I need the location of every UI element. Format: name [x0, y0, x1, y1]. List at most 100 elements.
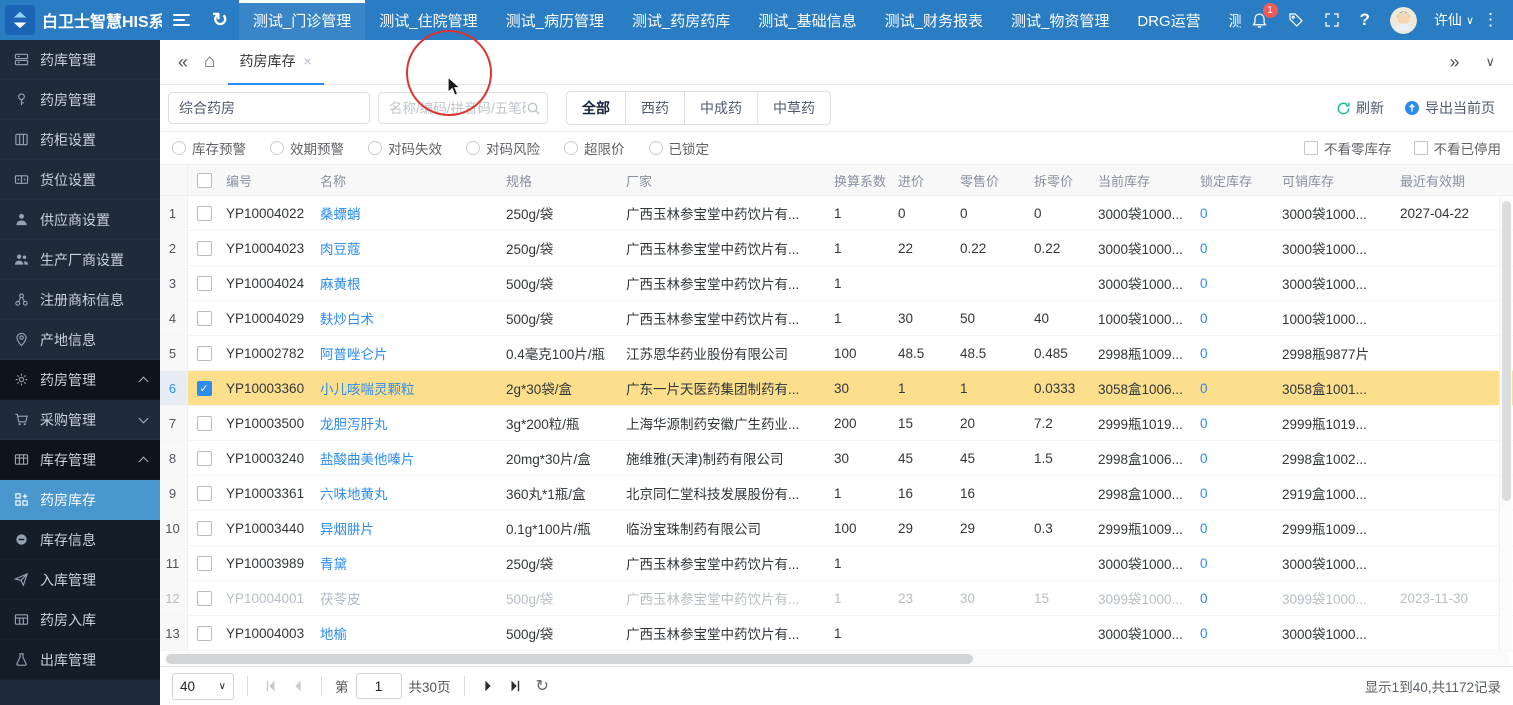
prev-page-icon[interactable] [288, 679, 308, 693]
column-header-锁定库存[interactable]: 锁定库存 [1196, 171, 1278, 190]
top-nav-tab[interactable]: 测试_住院管理 [365, 0, 491, 40]
cell-locked_stock[interactable]: 0 [1196, 626, 1278, 641]
category-button-西药[interactable]: 西药 [625, 91, 685, 125]
sidebar-item-药柜设置[interactable]: 药柜设置 [0, 120, 160, 160]
radio-filter-库存预警[interactable]: 库存预警 [172, 138, 246, 158]
tabs-menu-chevron-icon[interactable]: ∨ [1481, 54, 1499, 70]
username-label[interactable]: 许仙 [1427, 10, 1466, 30]
cell-locked_stock[interactable]: 0 [1196, 556, 1278, 571]
category-button-中草药[interactable]: 中草药 [757, 91, 831, 125]
table-row[interactable]: 12 YP10004001 茯苓皮 500g/袋 广西玉林参宝堂中药饮片有... 1 23 3… [160, 581, 1513, 616]
cell-locked_stock[interactable]: 0 [1196, 241, 1278, 256]
user-menu-chevron-icon[interactable]: ∨ [1466, 14, 1474, 27]
page-refresh-icon[interactable]: ↻ [201, 0, 239, 40]
sidebar-item-入库管理[interactable]: 入库管理 [0, 560, 160, 600]
cell-name[interactable]: 六味地黄丸 [316, 483, 502, 503]
row-checkbox[interactable] [196, 450, 212, 466]
top-nav-tab[interactable]: 测试_财务报表 [871, 0, 997, 40]
cell-name[interactable]: 盐酸曲美他嗪片 [316, 448, 502, 468]
cell-locked_stock[interactable]: 0 [1196, 591, 1278, 606]
row-checkbox[interactable] [196, 590, 212, 606]
radio-filter-超限价[interactable]: 超限价 [564, 138, 625, 158]
horizontal-scrollbar-thumb[interactable] [166, 654, 973, 664]
export-page-button[interactable]: 导出当前页 [1404, 98, 1495, 118]
fullscreen-icon[interactable] [1314, 0, 1350, 40]
column-header-零售价[interactable]: 零售价 [956, 171, 1030, 190]
category-button-全部[interactable]: 全部 [566, 91, 626, 125]
column-header-拆零价[interactable]: 拆零价 [1030, 171, 1094, 190]
top-nav-tab[interactable]: 测试_病历管理 [492, 0, 618, 40]
search-icon[interactable] [526, 101, 541, 116]
sidebar-item-生产厂商设置[interactable]: 生产厂商设置 [0, 240, 160, 280]
cell-locked_stock[interactable]: 0 [1196, 381, 1278, 396]
sidebar-item-采购管理[interactable]: 采购管理 [0, 400, 160, 440]
sidebar-item-注册商标信息[interactable]: 注册商标信息 [0, 280, 160, 320]
radio-filter-对码风险[interactable]: 对码风险 [466, 138, 540, 158]
cell-name[interactable]: 桑螵蛸 [316, 203, 502, 223]
top-nav-tab[interactable]: DRG运营 [1123, 0, 1214, 40]
sidebar-item-药房管理[interactable]: 药房管理 [0, 80, 160, 120]
tab-pharmacy-stock[interactable]: 药房库存 × [227, 40, 324, 85]
checkbox-filter-不看已停用[interactable]: 不看已停用 [1413, 138, 1501, 158]
sidebar-item-库存管理[interactable]: 库存管理 [0, 440, 160, 480]
table-row[interactable]: 5 YP10002782 阿普唑仑片 0.4毫克100片/瓶 江苏恩华药业股份有限公司 1… [160, 336, 1513, 371]
user-avatar[interactable] [1380, 0, 1427, 40]
cell-name[interactable]: 异烟肼片 [316, 518, 502, 538]
top-nav-tab[interactable]: 测试_门诊管理 [238, 0, 366, 40]
table-row[interactable]: 11 YP10003989 青黛 250g/袋 广西玉林参宝堂中药饮片有... 1 3000… [160, 546, 1513, 581]
column-header-当前库存[interactable]: 当前库存 [1094, 171, 1196, 190]
pharmacy-select[interactable]: 综合药房 [168, 92, 370, 124]
sidebar-item-货位设置[interactable]: 货位设置 [0, 160, 160, 200]
help-icon[interactable]: ? [1350, 0, 1380, 40]
table-row[interactable]: 2 YP10004023 肉豆蔻 250g/袋 广西玉林参宝堂中药饮片有... 1 22 0.… [160, 231, 1513, 266]
search-input[interactable] [389, 100, 526, 116]
cell-locked_stock[interactable]: 0 [1196, 206, 1278, 221]
notifications-bell-icon[interactable]: 1 [1241, 0, 1278, 40]
table-row[interactable]: 4 YP10004029 麸炒白术 500g/袋 广西玉林参宝堂中药饮片有... 1 30 5… [160, 301, 1513, 336]
more-menu-icon[interactable]: ⋮ [1474, 10, 1507, 30]
column-header-厂家[interactable]: 厂家 [622, 171, 830, 190]
row-checkbox[interactable] [196, 625, 212, 641]
select-all-checkbox[interactable] [196, 172, 212, 188]
cell-locked_stock[interactable]: 0 [1196, 346, 1278, 361]
row-checkbox[interactable] [196, 415, 212, 431]
tabs-scroll-left-icon[interactable]: « [174, 52, 192, 73]
table-row[interactable]: 10 YP10003440 异烟肼片 0.1g*100片/瓶 临汾宝珠制药有限公司 100… [160, 511, 1513, 546]
cell-name[interactable]: 茯苓皮 [316, 588, 502, 608]
cell-name[interactable]: 龙胆泻肝丸 [316, 413, 502, 433]
tabs-scroll-right-icon[interactable]: » [1445, 52, 1463, 73]
reload-grid-icon[interactable]: ↻ [536, 676, 549, 696]
tab-close-icon[interactable]: × [304, 53, 312, 69]
page-size-select[interactable]: 40 ∨ [172, 672, 234, 700]
top-nav-tab[interactable]: 测试_基础信息 [744, 0, 870, 40]
cell-name[interactable]: 青黛 [316, 553, 502, 573]
column-header-编号[interactable]: 编号 [222, 171, 316, 190]
table-row[interactable]: 6 YP10003360 小儿咳喘灵颗粒 2g*30袋/盒 广东一片天医药集团制药有..… [160, 371, 1513, 406]
top-nav-tab[interactable]: 测试_物资管理 [997, 0, 1123, 40]
cell-name[interactable]: 肉豆蔻 [316, 238, 502, 258]
first-page-icon[interactable] [261, 679, 281, 693]
sidebar-item-供应商设置[interactable]: 供应商设置 [0, 200, 160, 240]
next-page-icon[interactable] [478, 679, 498, 693]
vertical-scrollbar-thumb[interactable] [1502, 201, 1511, 501]
top-nav-tab[interactable]: 测试_药房药库 [618, 0, 744, 40]
cell-locked_stock[interactable]: 0 [1196, 521, 1278, 536]
column-header-换算系数[interactable]: 换算系数 [830, 171, 894, 190]
table-row[interactable]: 13 YP10004003 地榆 500g/袋 广西玉林参宝堂中药饮片有... 1 3000… [160, 616, 1513, 651]
column-header-进价[interactable]: 进价 [894, 171, 956, 190]
table-row[interactable]: 3 YP10004024 麻黄根 500g/袋 广西玉林参宝堂中药饮片有... 1 3000… [160, 266, 1513, 301]
sidebar-item-库存信息[interactable]: 库存信息 [0, 520, 160, 560]
cell-name[interactable]: 小儿咳喘灵颗粒 [316, 378, 502, 398]
row-checkbox[interactable] [196, 240, 212, 256]
tag-icon[interactable] [1278, 0, 1314, 40]
radio-filter-效期预警[interactable]: 效期预警 [270, 138, 344, 158]
cell-name[interactable]: 麸炒白术 [316, 308, 502, 328]
row-checkbox[interactable] [196, 380, 212, 396]
table-row[interactable]: 9 YP10003361 六味地黄丸 360丸*1瓶/盒 北京同仁堂科技发展股份有...… [160, 476, 1513, 511]
sidebar-item-出库管理[interactable]: 出库管理 [0, 640, 160, 680]
last-page-icon[interactable] [505, 679, 525, 693]
radio-filter-已锁定[interactable]: 已锁定 [648, 138, 709, 158]
table-row[interactable]: 1 YP10004022 桑螵蛸 250g/袋 广西玉林参宝堂中药饮片有... 1 0 0 0 3… [160, 196, 1513, 231]
sidebar-item-药房入库[interactable]: 药房入库 [0, 600, 160, 640]
row-checkbox[interactable] [196, 205, 212, 221]
